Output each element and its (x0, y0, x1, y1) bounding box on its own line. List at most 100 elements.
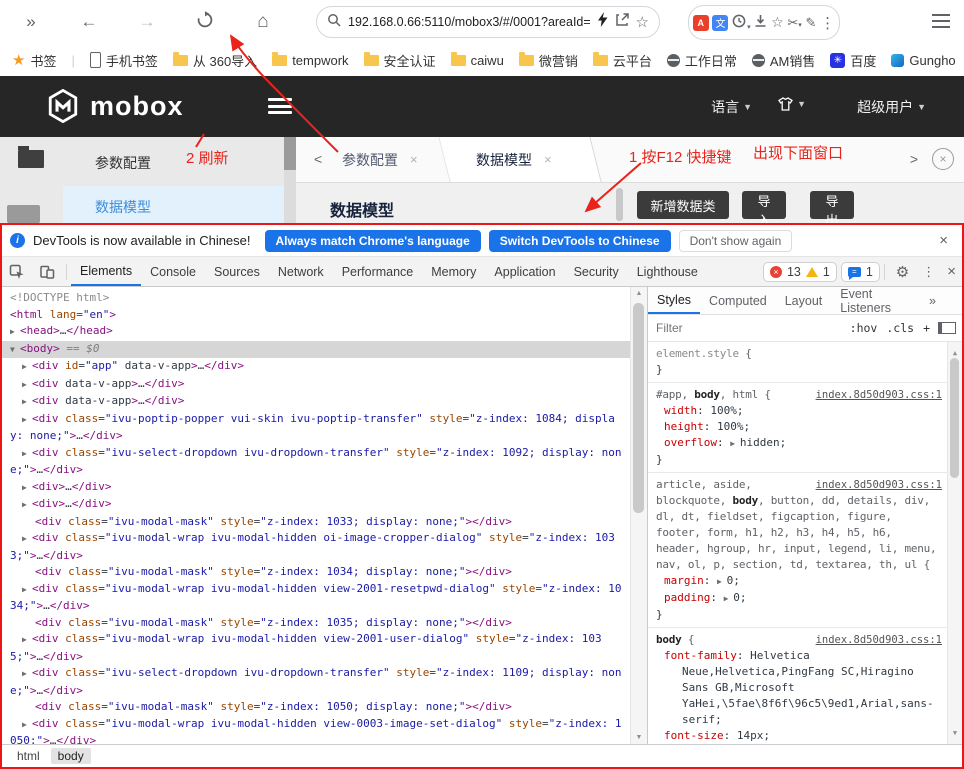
dom-tree-line[interactable]: <html lang="en"> (2, 307, 630, 324)
tab-scroll-left[interactable]: < (314, 151, 322, 167)
bookmark-star-icon[interactable]: ☆ (636, 13, 649, 31)
css-selector[interactable]: index.8d50d903.css:1body { (648, 632, 948, 648)
app-menu-icon[interactable] (268, 98, 292, 114)
style-state-button[interactable]: :hov (850, 321, 878, 335)
sidebar-group-label[interactable]: 参数配置 (95, 153, 151, 173)
style-state-button[interactable]: + (923, 321, 930, 335)
home-icon[interactable]: ⌂ (252, 11, 274, 33)
tabs-close-all-icon[interactable]: × (932, 148, 954, 170)
download-icon[interactable] (754, 14, 767, 31)
history-extension-icon[interactable]: ▾ (732, 14, 751, 32)
infobar-button[interactable]: Switch DevTools to Chinese (489, 230, 671, 252)
theme-menu[interactable]: ▼ (778, 97, 806, 111)
css-source-link[interactable]: index.8d50d903.css:1 (816, 387, 942, 403)
toggle-element-state-icon[interactable] (938, 322, 956, 334)
infobar-close-icon[interactable]: × (933, 232, 954, 249)
dom-tree-line[interactable]: <!DOCTYPE html> (2, 290, 630, 307)
devtools-tab-sources[interactable]: Sources (205, 257, 269, 286)
bookmark-item[interactable]: 手机书签 (90, 51, 158, 70)
dom-tree-line[interactable]: ▼<body> == $0 (2, 341, 630, 359)
bookmark-item[interactable]: caiwu (451, 53, 504, 68)
bookmark-item[interactable]: Gungho (891, 53, 955, 68)
styles-scrollbar[interactable]: ▲▼ (947, 342, 962, 744)
devtools-tab-elements[interactable]: Elements (71, 257, 141, 286)
dom-tree-line[interactable]: ▶<div class="ivu-modal-wrap ivu-modal-hi… (2, 581, 630, 615)
dom-tree-line[interactable]: ▶<div class="ivu-modal-wrap ivu-modal-hi… (2, 716, 630, 745)
breadcrumb-item-body[interactable]: body (51, 748, 91, 764)
breadcrumb-item-html[interactable]: html (10, 748, 47, 764)
devtools-tab-lighthouse[interactable]: Lighthouse (628, 257, 707, 286)
back-icon[interactable]: ← (78, 12, 100, 32)
styles-tab-layout[interactable]: Layout (776, 287, 832, 314)
bookmark-item[interactable]: tempwork (272, 53, 348, 68)
app-tab-active[interactable]: 数据模型× (476, 137, 552, 182)
dom-tree-line[interactable]: <div class="ivu-modal-mask" style="z-ind… (2, 514, 630, 531)
forward-icon[interactable]: → (136, 12, 158, 32)
styles-tab-styles[interactable]: Styles (648, 287, 700, 314)
dom-tree-line[interactable]: ▶<div class="ivu-modal-wrap ivu-modal-hi… (2, 530, 630, 564)
app-button-add[interactable]: 新增数据类 (637, 191, 729, 219)
devtools-tab-console[interactable]: Console (141, 257, 205, 286)
infobar-button[interactable]: Always match Chrome's language (265, 230, 481, 252)
issues-badge[interactable]: = 1 (841, 262, 880, 282)
css-declaration[interactable]: margin: ▶ 0; (648, 573, 948, 590)
tab-scroll-right[interactable]: > (910, 151, 918, 167)
dom-tree-line[interactable]: ▶<div id="app" data-v-app>…</div> (2, 358, 630, 376)
bookmark-item[interactable]: ✳百度 (830, 51, 876, 70)
toolbar-overflow-chevron[interactable]: » (20, 12, 42, 32)
dom-tree-line[interactable]: ▶<div class="ivu-modal-wrap ivu-modal-hi… (2, 631, 630, 665)
devtools-tab-performance[interactable]: Performance (333, 257, 423, 286)
bookmark-item[interactable]: 云平台 (593, 51, 652, 70)
tab-close-icon[interactable]: × (544, 152, 552, 167)
devtools-tab-security[interactable]: Security (565, 257, 628, 286)
css-declaration[interactable]: padding: ▶ 0; (648, 590, 948, 607)
css-declaration[interactable]: overflow: ▶ hidden; (648, 435, 948, 452)
dom-tree-line[interactable]: <div class="ivu-modal-mask" style="z-ind… (2, 699, 630, 716)
user-menu[interactable]: 超级用户▼ (857, 97, 926, 117)
bookmark-item[interactable]: 从 360导入 (173, 51, 257, 70)
style-state-button[interactable]: .cls (886, 321, 914, 335)
dom-tree-line[interactable]: <div class="ivu-modal-mask" style="z-ind… (2, 615, 630, 632)
styles-filter-input[interactable] (654, 320, 842, 336)
extensions-more-icon[interactable]: ⋮ (820, 14, 835, 32)
browser-menu-icon[interactable] (932, 14, 950, 28)
bookmark-item[interactable]: ★书签 (12, 51, 56, 70)
tab-close-icon[interactable]: × (410, 152, 418, 167)
scissors-extension-icon[interactable]: ✂▾ (787, 15, 801, 31)
bookmark-item[interactable]: 安全认证 (364, 51, 436, 70)
refresh-icon[interactable] (194, 11, 216, 34)
devtools-tab-application[interactable]: Application (485, 257, 564, 286)
css-selector[interactable]: element.style { (648, 346, 948, 362)
share-icon[interactable] (615, 13, 629, 32)
settings-gear-icon[interactable]: ⚙ (889, 263, 916, 281)
styles-tabs-more-chevron[interactable]: » (929, 294, 962, 308)
sidebar-scrollbar[interactable] (284, 137, 296, 223)
devtools-tab-memory[interactable]: Memory (422, 257, 485, 286)
dom-tree-line[interactable]: ▶<head>…</head> (2, 323, 630, 341)
devtools-more-icon[interactable]: ⋮ (916, 264, 941, 280)
app-button-import[interactable]: 导入 (742, 191, 786, 219)
mobox-logo[interactable]: mobox (46, 89, 184, 123)
styles-tab-computed[interactable]: Computed (700, 287, 776, 314)
dom-tree-line[interactable]: ▶<div>…</div> (2, 496, 630, 514)
css-source-link[interactable]: index.8d50d903.css:1 (816, 477, 942, 493)
pen-extension-icon[interactable]: ✎ (806, 15, 817, 31)
css-declaration[interactable]: font-family: Helvetica Neue,Helvetica,Pi… (648, 648, 948, 728)
star-extension-icon[interactable]: ☆ (771, 14, 784, 31)
dom-tree-line[interactable]: ▶<div data-v-app>…</div> (2, 393, 630, 411)
bookmark-item[interactable]: AM销售 (752, 51, 816, 70)
styles-tab-event-listeners[interactable]: Event Listeners (831, 287, 929, 314)
infobar-button[interactable]: Don't show again (679, 230, 793, 252)
css-declaration[interactable]: width: 100%; (648, 403, 948, 419)
dom-tree-line[interactable]: ▶<div class="ivu-select-dropdown ivu-dro… (2, 445, 630, 479)
dom-tree-line[interactable]: ▶<div class="ivu-poptip-popper vui-skin … (2, 411, 630, 445)
translate-extension-icon[interactable]: 文 (712, 15, 728, 31)
device-toolbar-icon[interactable] (32, 264, 62, 280)
css-declaration[interactable]: height: 100%; (648, 419, 948, 435)
lightning-icon[interactable] (597, 12, 608, 32)
devtools-close-icon[interactable]: × (941, 263, 962, 280)
app-tab[interactable]: 参数配置× (342, 137, 418, 182)
dom-tree-line[interactable]: ▶<div data-v-app>…</div> (2, 376, 630, 394)
app-button-export[interactable]: 导出 (810, 191, 854, 219)
dom-tree-line[interactable]: ▶<div class="ivu-select-dropdown ivu-dro… (2, 665, 630, 699)
